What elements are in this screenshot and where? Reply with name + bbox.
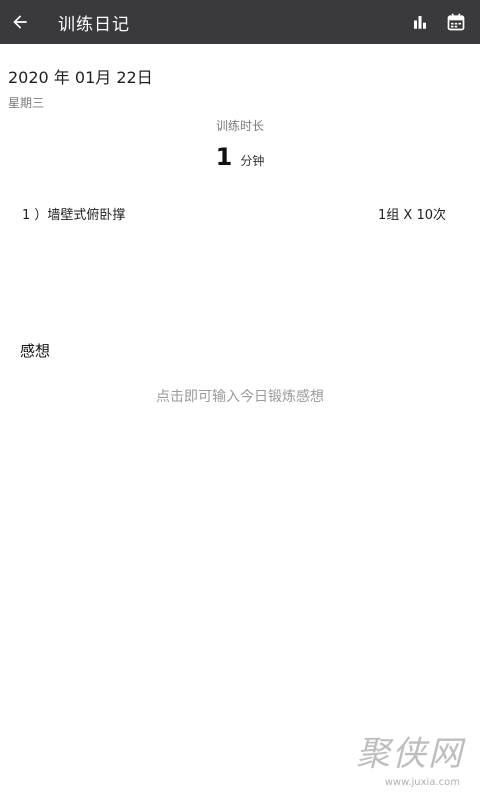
- bar-chart-icon: [414, 16, 426, 29]
- exercise-name: 1 ）墙壁式俯卧撑: [22, 207, 126, 223]
- duration-value: 1 分钟: [0, 143, 480, 171]
- app-bar: 训练日记: [0, 0, 480, 44]
- thoughts-input[interactable]: 点击即可输入今日锻炼感想: [0, 386, 480, 406]
- back-button[interactable]: [0, 0, 40, 44]
- arrow-back-icon: [13, 15, 27, 29]
- duration-label: 训练时长: [215, 119, 264, 133]
- appbar-actions: [402, 0, 474, 44]
- watermark-url: www.juxia.com: [384, 777, 460, 788]
- watermark-text: 聚侠网: [356, 734, 464, 774]
- thoughts-title: 感想: [20, 342, 51, 360]
- page-title: 训练日记: [58, 14, 130, 35]
- diary-date: 2020 年 01月 22日: [8, 68, 153, 87]
- duration-number: 1: [215, 143, 233, 171]
- diary-weekday: 星期三: [8, 96, 45, 110]
- calendar-button[interactable]: [438, 0, 474, 44]
- duration-unit: 分钟: [240, 154, 265, 168]
- statistics-button[interactable]: [402, 0, 438, 44]
- watermark: 聚侠网 www.juxia.com: [334, 718, 464, 788]
- calendar-icon: [447, 13, 465, 31]
- exercise-sets: 1组 X 10次: [378, 207, 446, 223]
- exercise-row: 1 ）墙壁式俯卧撑 1组 X 10次: [22, 202, 446, 224]
